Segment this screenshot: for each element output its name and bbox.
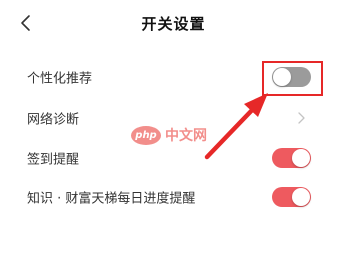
toggle-knob xyxy=(292,149,310,167)
knowledge-ladder-reminder-toggle[interactable] xyxy=(272,187,311,207)
setting-label: 签到提醒 xyxy=(27,152,80,168)
watermark-logo: php xyxy=(131,125,161,145)
setting-row-checkin-reminder: 签到提醒 xyxy=(0,140,347,176)
toggle-knob xyxy=(292,188,310,206)
chevron-right-icon xyxy=(298,112,305,124)
watermark: php 中文网 xyxy=(131,125,207,145)
highlight-box xyxy=(262,61,323,96)
page-title: 开关设置 xyxy=(141,15,206,33)
setting-label: 个性化推荐 xyxy=(27,71,93,87)
setting-label: 知识 · 财富天梯每日进度提醒 xyxy=(27,191,196,207)
checkin-reminder-toggle[interactable] xyxy=(272,148,311,168)
setting-label: 网络诊断 xyxy=(27,112,80,128)
watermark-text: 中文网 xyxy=(165,128,207,144)
setting-row-knowledge-ladder-reminder: 知识 · 财富天梯每日进度提醒 xyxy=(0,179,347,215)
